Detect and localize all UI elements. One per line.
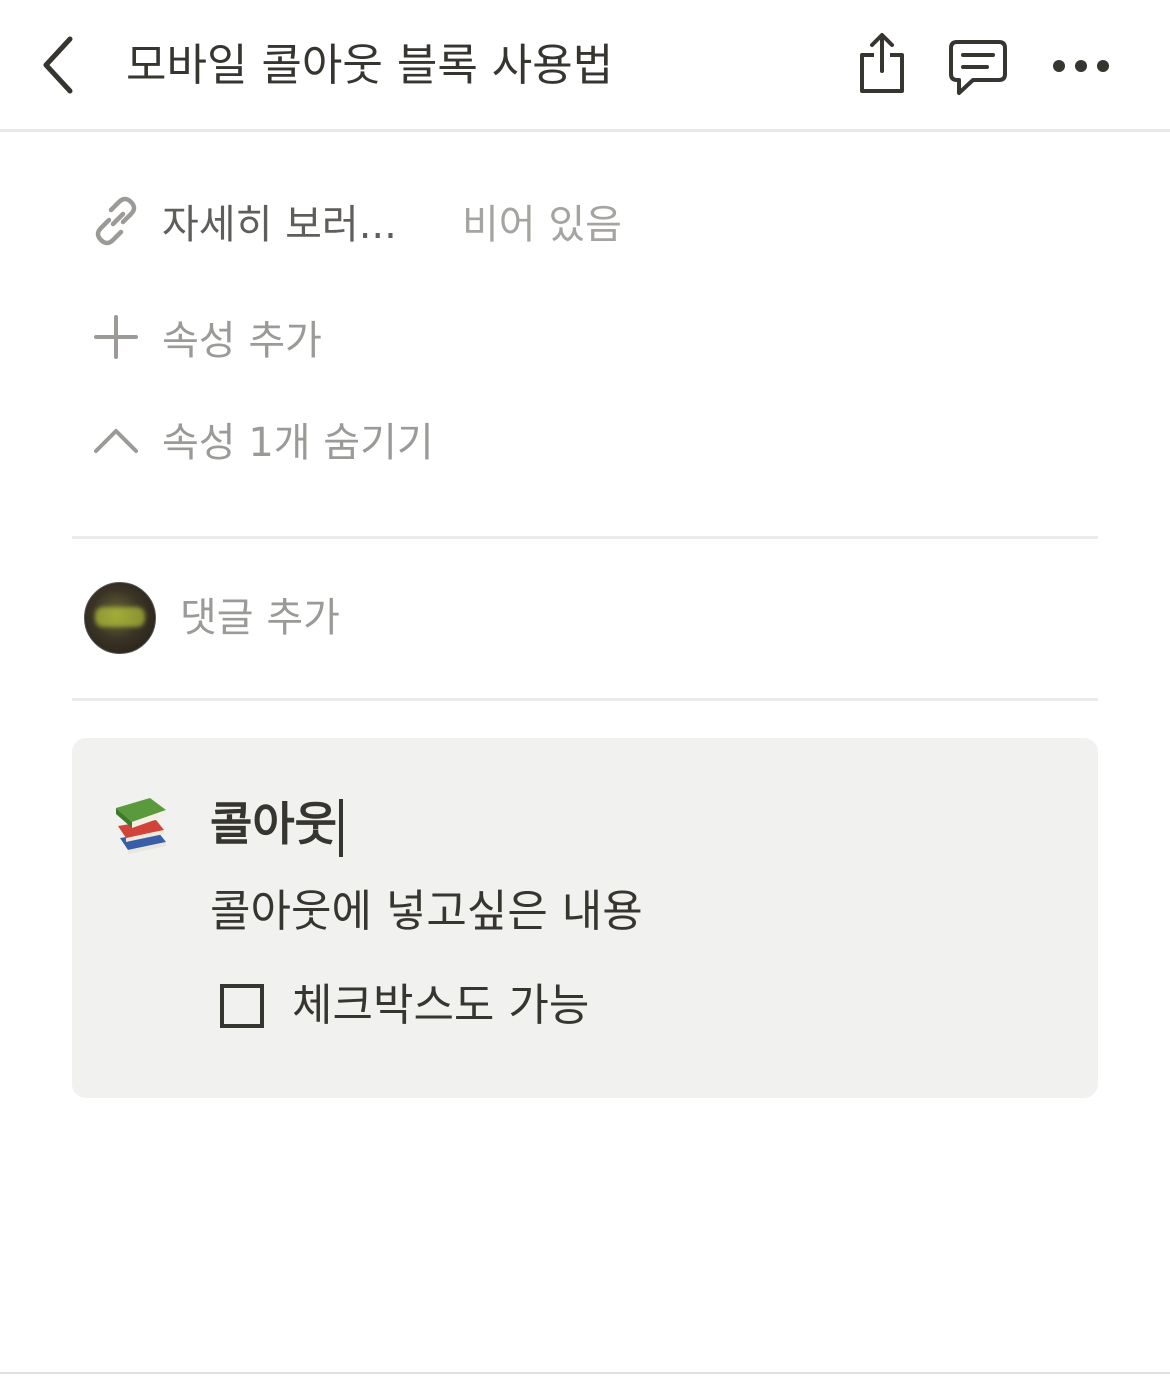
- add-property-button[interactable]: 속성 추가: [88, 308, 322, 366]
- page-title: 모바일 콜아웃 블록 사용법: [126, 40, 614, 91]
- divider: [72, 536, 1098, 539]
- avatar: [84, 582, 156, 654]
- comments-button[interactable]: [944, 36, 1012, 100]
- text-cursor: [338, 798, 343, 857]
- callout-block[interactable]: 콜아웃 콜아웃에 넣고싶은 내용 체크박스도 가능: [72, 738, 1098, 1098]
- property-row-link[interactable]: 자세히 보러... 비어 있음: [88, 192, 622, 250]
- books-icon[interactable]: [112, 792, 172, 856]
- back-button[interactable]: [28, 30, 88, 100]
- hide-properties-label: 속성 1개 숨기기: [162, 420, 434, 466]
- plus-icon: [88, 309, 144, 365]
- todo-item: 체크박스도 가능: [220, 976, 589, 1036]
- hide-properties-button[interactable]: 속성 1개 숨기기: [88, 410, 434, 468]
- comment-icon: [949, 40, 1007, 95]
- share-icon: [860, 33, 904, 93]
- bottom-divider: [0, 1372, 1170, 1374]
- property-name: 자세히 보러...: [162, 202, 397, 248]
- back-icon: [43, 36, 73, 94]
- add-comment-input[interactable]: 댓글 추가: [180, 590, 340, 646]
- link-icon: [88, 193, 144, 249]
- todo-checkbox[interactable]: [220, 984, 264, 1028]
- chevron-up-icon: [88, 411, 144, 467]
- more-button[interactable]: [1046, 46, 1116, 86]
- property-value[interactable]: 비어 있음: [462, 192, 622, 250]
- callout-body-text[interactable]: 콜아웃에 넣고싶은 내용: [210, 882, 643, 942]
- add-property-label: 속성 추가: [162, 318, 322, 364]
- more-icon: [1053, 60, 1109, 72]
- top-bar: 모바일 콜아웃 블록 사용법: [0, 0, 1170, 132]
- todo-label[interactable]: 체크박스도 가능: [292, 976, 589, 1036]
- callout-title-text: 콜아웃: [210, 797, 337, 851]
- share-button[interactable]: [852, 28, 912, 98]
- callout-title[interactable]: 콜아웃: [210, 792, 343, 857]
- divider: [72, 698, 1098, 701]
